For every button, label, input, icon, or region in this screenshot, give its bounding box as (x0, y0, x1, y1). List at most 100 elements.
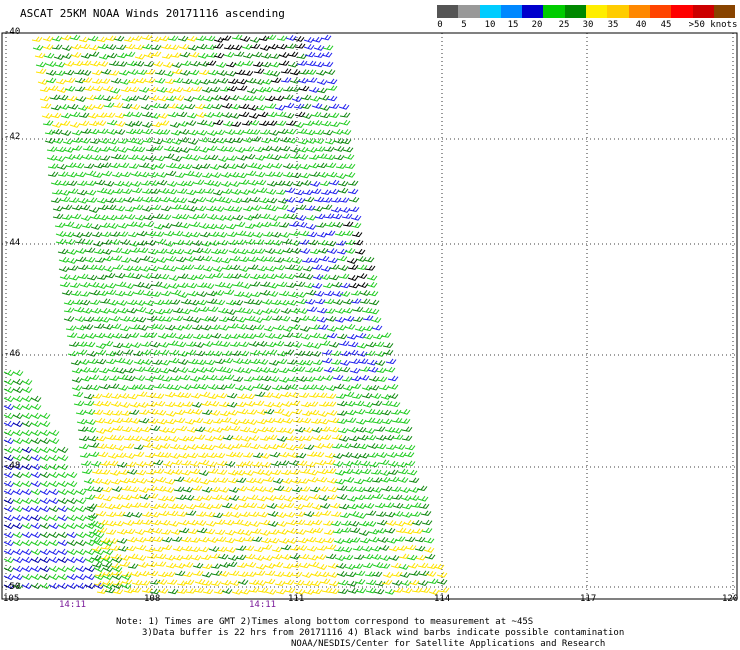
wind-barb (328, 264, 340, 270)
wind-barb (264, 562, 276, 569)
wind-barb (189, 145, 201, 152)
wind-barb (248, 427, 260, 434)
wind-barb (249, 521, 261, 528)
wind-barb (285, 43, 297, 49)
wind-barb (127, 563, 139, 569)
wind-barb (12, 488, 24, 496)
wind-barb (61, 45, 73, 51)
wind-barb (123, 283, 135, 290)
wind-barb (223, 519, 235, 526)
wind-barb (70, 52, 82, 58)
wind-barb (309, 332, 321, 339)
wind-barb (187, 44, 199, 51)
wind-barb (61, 204, 73, 211)
wind-barb (243, 385, 255, 392)
wind-barb (126, 299, 138, 306)
wind-barb (141, 121, 153, 128)
wind-barb (3, 514, 15, 522)
wind-barb (260, 537, 272, 544)
wind-barb (90, 154, 102, 161)
wind-barb (12, 420, 24, 428)
wind-barb (244, 223, 256, 229)
wind-barb (286, 206, 298, 213)
wind-barb (30, 497, 42, 505)
wind-barb (112, 264, 124, 270)
wind-barb (121, 426, 133, 433)
wind-barb (291, 257, 303, 264)
wind-barb (344, 323, 356, 330)
wind-barb (231, 197, 243, 204)
wind-barb (30, 480, 42, 488)
wind-barb (310, 111, 322, 118)
wind-barb (204, 435, 216, 442)
wind-barb (337, 588, 349, 595)
wind-barb (352, 306, 364, 312)
wind-barb (57, 471, 69, 479)
wind-barb (39, 582, 51, 590)
wind-barb (55, 78, 67, 85)
wind-barb (238, 256, 250, 262)
wind-barb (164, 324, 176, 331)
wind-barb (246, 87, 258, 94)
wind-barb (266, 434, 278, 441)
wind-barb (68, 274, 80, 281)
wind-barb (363, 486, 375, 493)
wind-barb (401, 503, 413, 510)
wind-barb (299, 562, 311, 569)
wind-barb (161, 536, 173, 543)
wind-barb (75, 556, 87, 564)
wind-barb (261, 315, 273, 321)
wind-barb (198, 306, 210, 312)
wind-barb (187, 528, 199, 535)
wind-barb (236, 393, 248, 400)
wind-barb (410, 502, 422, 508)
wind-barb (148, 265, 160, 272)
wind-barb (289, 153, 301, 160)
wind-barb (141, 188, 153, 194)
wind-barb (424, 553, 436, 560)
wind-barb (42, 35, 54, 42)
wind-barb (32, 44, 44, 51)
wind-barb (144, 77, 156, 84)
wind-barb (149, 579, 161, 585)
wind-barb (427, 578, 439, 585)
wind-barb (30, 395, 42, 403)
wind-barb (196, 129, 208, 136)
wind-barb (43, 52, 55, 59)
wind-barbs-layer (3, 34, 450, 595)
wind-barb (257, 111, 269, 118)
wind-barb (150, 273, 162, 280)
wind-barb (171, 155, 183, 162)
wind-barb (173, 476, 185, 482)
wind-barb (174, 409, 186, 415)
wind-barb (39, 573, 51, 581)
wind-barb (392, 587, 404, 593)
wind-barb (97, 128, 109, 134)
wind-barb (116, 537, 128, 544)
wind-barb (243, 146, 255, 152)
wind-barb (388, 555, 400, 561)
wind-barb (313, 442, 325, 449)
wind-barb (330, 359, 342, 365)
wind-barb (21, 514, 33, 522)
wind-barb (324, 138, 336, 145)
wind-barb (365, 510, 377, 516)
wind-barb (338, 273, 350, 279)
wind-barb (96, 36, 108, 43)
wind-barb (109, 545, 121, 551)
wind-barb (59, 196, 71, 203)
wind-barb (105, 443, 117, 450)
wind-barb (277, 528, 289, 535)
wind-barb (202, 265, 214, 272)
wind-barb (39, 454, 51, 462)
wind-barb (91, 231, 103, 238)
wind-barb (122, 265, 134, 271)
wind-barb (141, 273, 153, 279)
wind-barb (294, 43, 306, 49)
wind-barb (313, 44, 325, 51)
wind-barb (149, 425, 161, 432)
wind-barb (180, 536, 192, 543)
wind-barb (359, 537, 371, 544)
wind-barb (63, 307, 75, 313)
wind-barb (272, 477, 284, 484)
